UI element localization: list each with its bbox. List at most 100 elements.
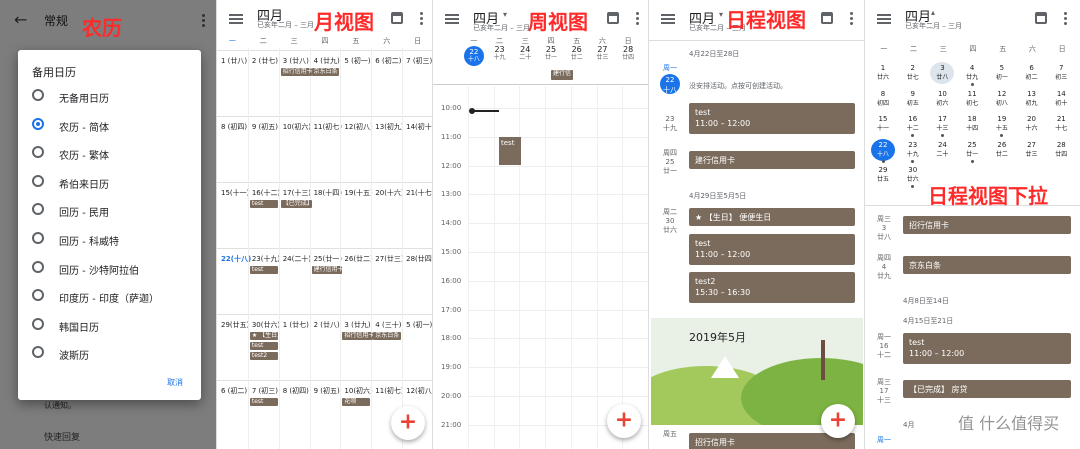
mini-day[interactable]: 30 廿六 bbox=[901, 166, 925, 188]
day-cell[interactable]: 6 (初二) bbox=[375, 56, 401, 66]
create-event-fab[interactable]: + bbox=[391, 406, 425, 440]
day-cell[interactable]: 4 (三十) bbox=[375, 320, 401, 330]
mini-day[interactable]: 20 十六 bbox=[1020, 115, 1044, 133]
radio-button[interactable] bbox=[32, 232, 44, 244]
event-card[interactable]: 京东白条 bbox=[903, 256, 1071, 274]
day-cell[interactable]: 21(十七) bbox=[406, 188, 432, 198]
mini-day[interactable]: 28 廿四 bbox=[1049, 141, 1073, 159]
day-cell[interactable]: 12(初八) bbox=[344, 122, 372, 132]
day-cell[interactable]: 15(十一) bbox=[221, 188, 249, 198]
week-day[interactable]: 25 廿一 bbox=[538, 46, 564, 62]
day-cell[interactable]: 29(廿五) bbox=[221, 320, 249, 330]
day-cell[interactable]: 5 (初一) bbox=[344, 56, 370, 66]
day-cell[interactable]: 14(初十) bbox=[406, 122, 432, 132]
option-label[interactable]: 无备用日历 bbox=[59, 90, 109, 105]
calendar-today-icon[interactable] bbox=[391, 12, 403, 24]
allday-event[interactable]: 建行信 bbox=[551, 70, 573, 80]
day-cell[interactable]: 10(初六) bbox=[344, 386, 372, 396]
mini-day[interactable]: 29 廿五 bbox=[871, 166, 895, 184]
mini-day[interactable]: 8 初四 bbox=[871, 90, 895, 108]
create-event-fab[interactable]: + bbox=[607, 404, 641, 438]
event-card[interactable]: 【已完成】 房贷 bbox=[903, 380, 1071, 398]
event-chip[interactable]: ★ 【生日】 bbox=[249, 332, 278, 340]
day-cell[interactable]: 8 (初四) bbox=[221, 122, 247, 132]
mini-day[interactable]: 3 廿八 bbox=[930, 62, 955, 84]
radio-button[interactable] bbox=[32, 146, 44, 159]
event-card[interactable]: ★ 【生日】 便便生日 bbox=[689, 208, 855, 226]
day-cell[interactable]: 24(二十) bbox=[283, 254, 311, 264]
day-cell[interactable]: 4 (廿九) bbox=[314, 56, 340, 66]
week-day[interactable]: 26 廿二 bbox=[564, 46, 590, 62]
more-icon[interactable] bbox=[202, 14, 205, 17]
cancel-button[interactable]: 取消 bbox=[167, 377, 183, 388]
event-chip[interactable]: 【已完成】 bbox=[280, 200, 312, 208]
event-chip[interactable]: test bbox=[249, 398, 278, 406]
mini-day[interactable]: 10 初六 bbox=[930, 90, 954, 108]
day-cell[interactable]: 2 (廿八) bbox=[314, 320, 340, 330]
event-block[interactable]: test bbox=[499, 137, 521, 165]
mini-day[interactable]: 24 二十 bbox=[930, 141, 954, 159]
day-label[interactable]: 周五 bbox=[655, 430, 685, 439]
day-cell[interactable]: 9 (初五) bbox=[314, 386, 340, 396]
menu-icon[interactable] bbox=[445, 14, 459, 16]
event-card[interactable]: test2 15:30 – 16:30 bbox=[689, 272, 855, 303]
event-card[interactable]: test 11:00 – 12:00 bbox=[689, 103, 855, 134]
day-cell[interactable]: 1 (廿七) bbox=[283, 320, 309, 330]
dropdown-icon[interactable]: ▾ bbox=[503, 10, 507, 19]
option-label[interactable]: 回历 - 科威特 bbox=[59, 233, 119, 248]
day-cell[interactable]: 20(十六) bbox=[375, 188, 403, 198]
day-cell[interactable]: 28(廿四) bbox=[406, 254, 432, 264]
radio-button[interactable] bbox=[32, 346, 44, 359]
day-cell[interactable]: 11(初七) bbox=[375, 386, 403, 396]
back-arrow-icon[interactable]: ← bbox=[14, 10, 27, 29]
menu-icon[interactable] bbox=[661, 14, 675, 16]
calendar-today-icon[interactable] bbox=[607, 12, 619, 24]
option-label[interactable]: 韩国日历 bbox=[59, 319, 99, 334]
mini-day[interactable]: 1 廿六 bbox=[871, 64, 895, 82]
mini-day[interactable]: 2 廿七 bbox=[901, 64, 925, 82]
option-label[interactable]: 农历 - 繁体 bbox=[59, 147, 109, 162]
day-cell[interactable]: 25(廿一) bbox=[314, 254, 342, 264]
week-day[interactable]: 23 十九 bbox=[487, 46, 513, 62]
option-label[interactable]: 回历 - 民用 bbox=[59, 204, 109, 219]
mini-day[interactable]: 12 初八 bbox=[990, 90, 1014, 108]
mini-day[interactable]: 23 十九 bbox=[901, 141, 925, 163]
day-cell[interactable]: 10(初六) bbox=[283, 122, 311, 132]
more-icon[interactable] bbox=[636, 12, 639, 15]
collapse-icon[interactable]: ▴ bbox=[931, 8, 935, 17]
day-label[interactable]: 周四 4 廿九 bbox=[869, 254, 899, 281]
day-cell[interactable]: 17(十三) bbox=[283, 188, 311, 198]
empty-day-text[interactable]: 没安排活动。点按可创建活动。 bbox=[689, 81, 787, 91]
radio-button[interactable] bbox=[32, 260, 44, 273]
mini-day[interactable]: 4 廿九 bbox=[960, 64, 984, 86]
day-cell[interactable]: 16(十二) bbox=[252, 188, 280, 198]
option-label[interactable]: 回历 - 沙特阿拉伯 bbox=[59, 262, 139, 277]
day-cell[interactable]: 9 (初五) bbox=[252, 122, 278, 132]
create-event-fab[interactable]: + bbox=[821, 404, 855, 438]
day-cell[interactable]: 30(廿六) bbox=[252, 320, 280, 330]
event-chip[interactable]: 京东白条 bbox=[311, 68, 340, 76]
event-card[interactable]: 建行信用卡 bbox=[689, 151, 855, 169]
menu-icon[interactable] bbox=[229, 14, 243, 16]
day-cell[interactable]: 12(初八) bbox=[406, 386, 432, 396]
option-label[interactable]: 波斯历 bbox=[59, 347, 89, 362]
event-chip[interactable]: test2 bbox=[249, 352, 278, 360]
event-card[interactable]: test 11:00 – 12:00 bbox=[689, 234, 855, 265]
mini-day[interactable]: 9 初五 bbox=[901, 90, 925, 108]
mini-day[interactable]: 19 十五 bbox=[990, 115, 1014, 137]
radio-button[interactable] bbox=[32, 203, 44, 216]
mini-day[interactable]: 6 初二 bbox=[1020, 64, 1044, 82]
day-cell[interactable]: 7 (初三) bbox=[252, 386, 278, 396]
day-cell[interactable]: 6 (初二) bbox=[221, 386, 247, 396]
day-label[interactable]: 周三 17 十三 bbox=[869, 378, 899, 405]
week-day[interactable]: 22 十八 bbox=[461, 46, 487, 66]
week-day[interactable]: 24 二十 bbox=[512, 46, 538, 62]
day-label[interactable]: 周一 bbox=[869, 436, 899, 445]
day-cell[interactable]: 11(初七) bbox=[314, 122, 342, 132]
day-cell[interactable]: 5 (初一) bbox=[406, 320, 432, 330]
mini-day[interactable]: 5 初一 bbox=[990, 64, 1014, 82]
mini-day[interactable]: 7 初三 bbox=[1049, 64, 1073, 82]
event-chip[interactable]: 京东白条 bbox=[373, 332, 402, 340]
day-label[interactable]: 周一 16 十二 bbox=[869, 333, 899, 360]
day-cell[interactable]: 1 (廿八) bbox=[221, 56, 247, 66]
